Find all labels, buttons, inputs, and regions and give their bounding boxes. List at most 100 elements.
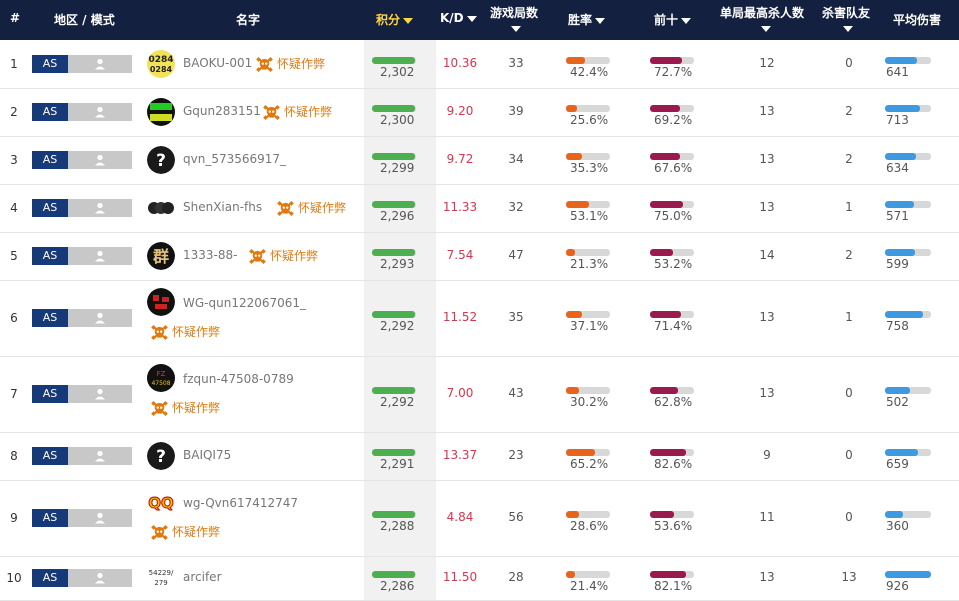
svg-text:QQ: QQ — [148, 494, 174, 512]
header-win[interactable]: 胜率 — [568, 11, 606, 28]
region-mode-badge[interactable]: AS — [32, 309, 132, 327]
rank-number: 10 — [6, 571, 22, 585]
win-bar — [566, 105, 610, 112]
header-games[interactable]: 游戏局数 — [490, 4, 538, 21]
cheat-suspect-label: 怀疑作弊 — [151, 399, 220, 417]
team-kills-value: 13 — [841, 570, 857, 584]
avg-damage-bar-fill — [885, 511, 903, 518]
table-row[interactable]: 4 AS ShenXian-fhs 怀疑作弊 2,296 11.33 32 53.1% 75.0… — [0, 184, 959, 233]
top10-bar — [650, 105, 694, 112]
win-bar-fill — [566, 311, 583, 318]
header-avgdmg[interactable]: 平均伤害 — [893, 11, 941, 28]
player-name[interactable]: Gqun283151 — [183, 104, 261, 118]
sort-icon — [843, 26, 853, 32]
player-name[interactable]: qvn_573566917_ — [183, 152, 286, 166]
skull-crossbones-icon — [256, 56, 273, 73]
win-bar-fill — [566, 449, 595, 456]
question-icon: ? — [147, 442, 175, 470]
player-name[interactable]: wg-Qvn617412747 — [183, 496, 298, 510]
avg-damage-bar-fill — [885, 571, 931, 578]
player-name[interactable]: fzqun-47508-0789 — [183, 372, 294, 386]
win-rate-value: 21.3% — [570, 257, 609, 271]
cheat-suspect-label: 怀疑作弊 — [256, 55, 325, 73]
top10-bar — [650, 249, 694, 256]
mode-solo — [68, 385, 132, 403]
top10-bar — [650, 511, 694, 518]
table-row[interactable]: 10 AS 54229/ 279 arcifer 2,286 11.50 28 21.4% 82… — [0, 556, 959, 601]
mode-solo — [68, 569, 132, 587]
region-mode-badge[interactable]: AS — [32, 385, 132, 403]
table-row[interactable]: 3 AS? qvn_573566917_ 2,299 9.72 34 35.3% 67.6% 1… — [0, 136, 959, 185]
win-bar-fill — [566, 249, 576, 256]
table-row[interactable]: 6 AS WG-qun122067061_ 怀疑作弊 2,292 11.52 35 37.1%… — [0, 280, 959, 357]
mode-solo — [68, 247, 132, 265]
table-row[interactable]: 5 AS 群 1333-88- 怀疑作弊 2,293 7.54 47 21.3% 53.2% 14 2… — [0, 232, 959, 281]
region-mode-badge[interactable]: AS — [32, 569, 132, 587]
question-icon: ? — [147, 146, 175, 174]
header-kd[interactable]: K/D — [440, 11, 477, 25]
avg-damage-bar-fill — [885, 249, 915, 256]
mode-solo — [68, 55, 132, 73]
avg-damage-value: 360 — [886, 519, 909, 533]
region-mode-badge[interactable]: AS — [32, 55, 132, 73]
player-name[interactable]: arcifer — [183, 570, 222, 584]
win-bar-fill — [566, 57, 585, 64]
avg-damage-bar-fill — [885, 57, 917, 64]
region-mode-badge[interactable]: AS — [32, 247, 132, 265]
win-bar-fill — [566, 153, 582, 160]
header-score[interactable]: 积分 — [376, 11, 414, 28]
win-rate-value: 65.2% — [570, 457, 609, 471]
avg-damage-value: 634 — [886, 161, 909, 175]
fzqun-icon: FZ 47508 — [147, 364, 175, 392]
score-bar-fill — [372, 249, 415, 256]
mode-solo — [68, 199, 132, 217]
top10-rate-value: 82.1% — [654, 579, 693, 593]
avg-damage-value: 659 — [886, 457, 909, 471]
score-value: 2,302 — [380, 65, 415, 79]
score-bar — [372, 57, 416, 64]
region-label: AS — [32, 385, 68, 403]
table-row[interactable]: 7 AS FZ 47508 fzqun-47508-0789 怀疑作弊 2,292 7.00 4… — [0, 356, 959, 433]
skull-crossbones-icon — [151, 400, 168, 417]
score-bar — [372, 311, 416, 318]
max-kills-value: 13 — [759, 152, 775, 166]
avg-damage-bar — [885, 201, 931, 208]
kd-value: 7.54 — [446, 248, 474, 262]
avg-damage-bar — [885, 311, 931, 318]
cheat-suspect-text: 怀疑作弊 — [284, 105, 333, 119]
region-mode-badge[interactable]: AS — [32, 103, 132, 121]
top10-bar-fill — [650, 105, 681, 112]
region-label: AS — [32, 103, 68, 121]
header-top10[interactable]: 前十 — [654, 11, 692, 28]
score-bar — [372, 105, 416, 112]
player-name[interactable]: BAIQI75 — [183, 448, 231, 462]
sort-icon — [466, 15, 477, 22]
score-bar-fill — [372, 511, 415, 518]
region-mode-badge[interactable]: AS — [32, 199, 132, 217]
number-icon: 54229/ 279 — [147, 564, 175, 592]
player-name[interactable]: BAOKU-001 — [183, 56, 252, 70]
table-row[interactable]: 2 AS Gqun283151 怀疑作弊 2,300 9.20 39 25.6% 69.2% 13… — [0, 88, 959, 137]
header-maxkills[interactable]: 单局最高杀人数 — [720, 4, 804, 21]
player-name[interactable]: 1333-88- — [183, 248, 237, 262]
region-label: AS — [32, 247, 68, 265]
avg-damage-bar — [885, 387, 931, 394]
avg-damage-bar — [885, 153, 931, 160]
win-bar — [566, 311, 610, 318]
region-mode-badge[interactable]: AS — [32, 151, 132, 169]
score-value: 2,296 — [380, 209, 415, 223]
player-name[interactable]: ShenXian-fhs — [183, 200, 262, 214]
cheat-suspect-text: 怀疑作弊 — [172, 401, 221, 415]
games-value: 39 — [508, 104, 524, 118]
region-mode-badge[interactable]: AS — [32, 447, 132, 465]
table-row[interactable]: 1 AS 0284 0284 BAOKU-001 怀疑作弊 2,302 10.36 33 42.4… — [0, 40, 959, 89]
player-name[interactable]: WG-qun122067061_ — [183, 296, 306, 310]
mode-solo — [68, 309, 132, 327]
header-teamkills[interactable]: 杀害队友 — [822, 4, 870, 21]
win-bar — [566, 57, 610, 64]
region-mode-badge[interactable]: AS — [32, 509, 132, 527]
table-row[interactable]: 8 AS? BAIQI75 2,291 13.37 23 65.2% 82.6% 9 0 659 — [0, 432, 959, 481]
table-row[interactable]: 9 AS QQ wg-Qvn617412747 怀疑作弊 2,288 4.84 56 28.6%… — [0, 480, 959, 557]
avg-damage-bar — [885, 449, 931, 456]
score-value: 2,292 — [380, 319, 415, 333]
